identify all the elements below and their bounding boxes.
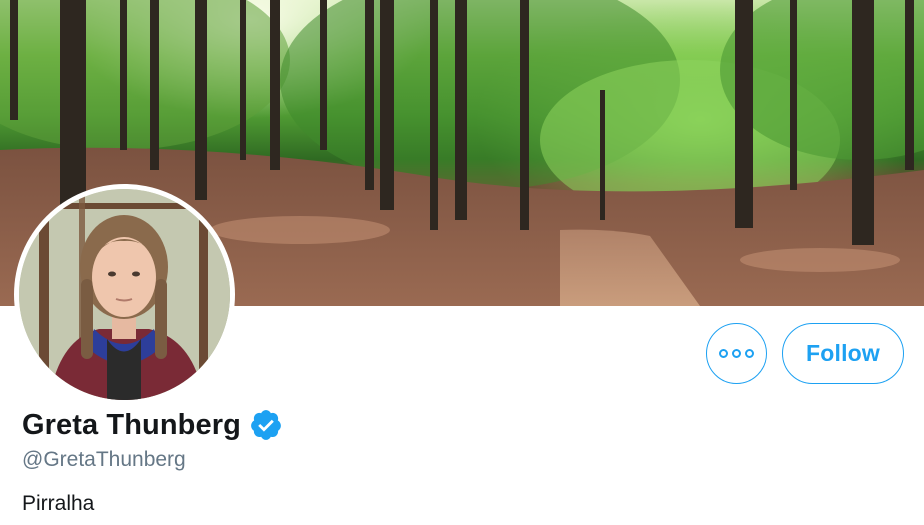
follow-button[interactable]: Follow bbox=[782, 323, 904, 384]
profile-name-row: Greta Thunberg bbox=[22, 408, 283, 442]
verified-badge-icon[interactable] bbox=[249, 408, 283, 442]
avatar-portrait-graphic bbox=[19, 189, 230, 400]
avatar-photo bbox=[19, 189, 230, 400]
profile-bio: Pirralha bbox=[22, 492, 95, 515]
profile-avatar[interactable] bbox=[14, 184, 235, 405]
more-horizontal-icon bbox=[719, 349, 754, 358]
display-name: Greta Thunberg bbox=[22, 408, 241, 441]
more-options-button[interactable] bbox=[706, 323, 767, 384]
profile-handle: @GretaThunberg bbox=[22, 448, 186, 471]
